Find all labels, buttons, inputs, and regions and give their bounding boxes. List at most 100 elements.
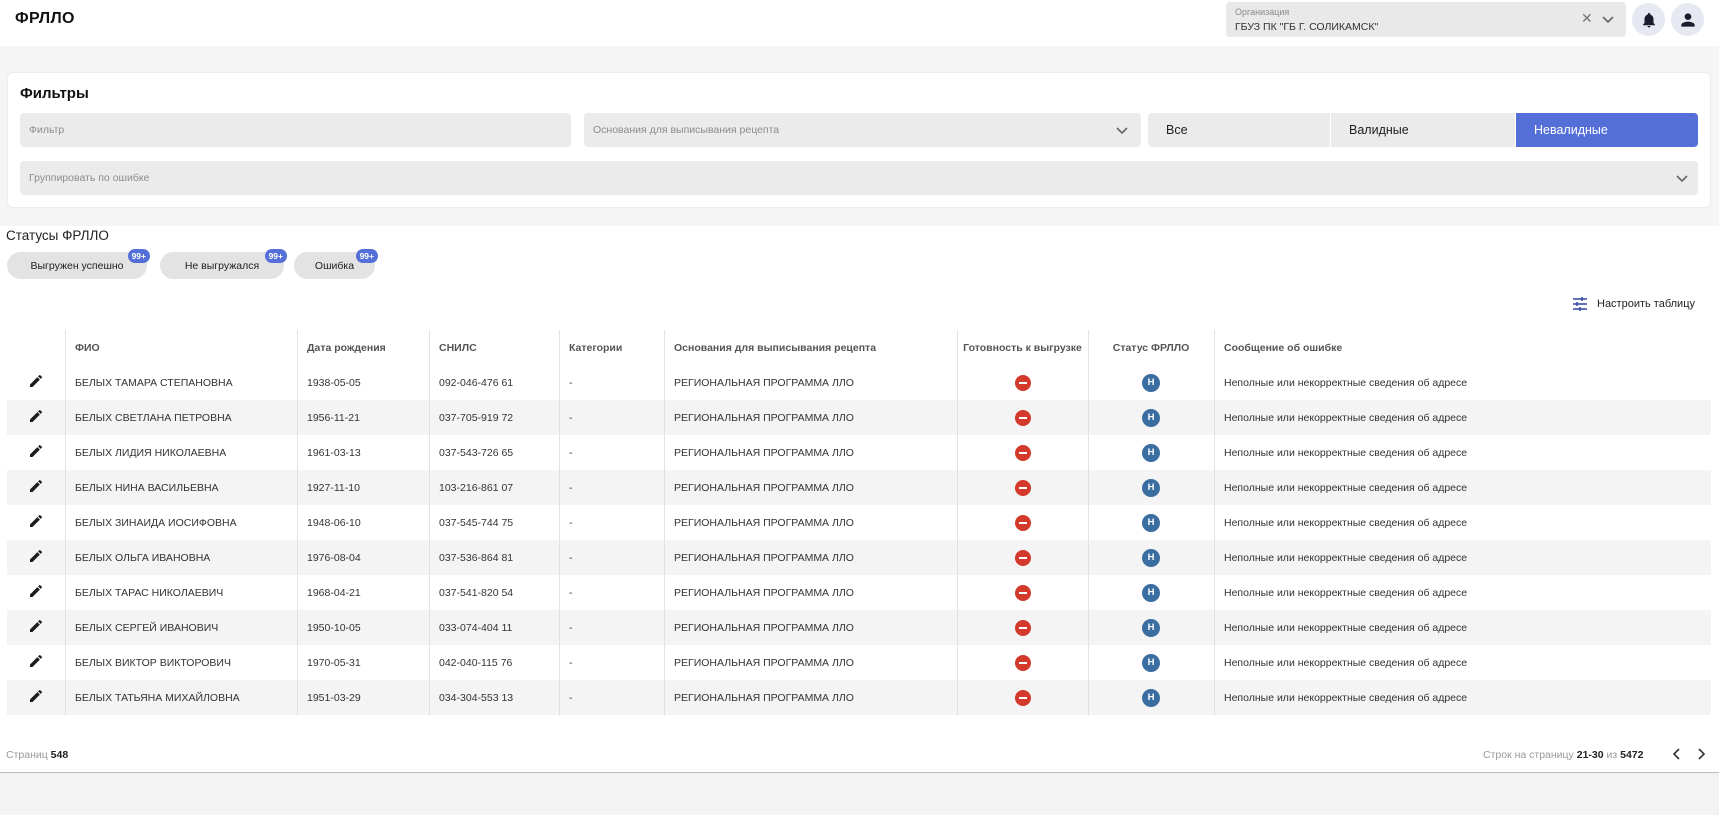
column-divider [297, 330, 298, 716]
cell-categories: - [569, 621, 573, 634]
column-reason[interactable]: Основания для выписывания рецепта [664, 330, 957, 365]
cell-error-message: Неполные или некорректные сведения об ад… [1224, 516, 1468, 529]
cell-snils: 034-304-553 13 [439, 691, 514, 704]
edit-icon[interactable] [28, 618, 44, 637]
status-chip-not-uploaded[interactable]: Не выгружался 99+ [160, 249, 287, 279]
table-row[interactable]: БЕЛЫХ ТАРАС НИКОЛАЕВИЧ 1968-04-21 037-541-… [7, 575, 1711, 610]
table-row[interactable]: БЕЛЫХ СВЕТЛАНА ПЕТРОВНА 1956-11-21 037-705… [7, 400, 1711, 435]
status-badge: Н [1142, 513, 1160, 532]
column-fio[interactable]: ФИО [65, 330, 297, 365]
profile-button[interactable] [1671, 3, 1704, 36]
table-row[interactable]: БЕЛЫХ ТАМАРА СТЕПАНОВНА 1938-05-05 092-046… [7, 365, 1711, 400]
chevron-left-icon[interactable] [1670, 747, 1684, 761]
edit-icon[interactable] [28, 373, 44, 392]
cell-birth-date: 1927-11-10 [307, 481, 360, 494]
sliders-icon [1573, 297, 1587, 311]
reason-placeholder: Основания для выписывания рецепта [593, 124, 780, 136]
chip-label: Выгружен успешно [30, 259, 124, 272]
cell-categories: - [569, 586, 573, 599]
status-badge: Н [1142, 618, 1160, 637]
organization-value: ГБУЗ ПК "ГБ Г. СОЛИКАМСК" [1235, 21, 1379, 33]
chevron-down-icon[interactable] [1674, 170, 1690, 186]
pages-info: Страниц 548 [6, 749, 68, 761]
table-row[interactable]: БЕЛЫХ ЗИНАИДА ИОСИФОВНА 1948-06-10 037-545… [7, 505, 1711, 540]
table-row[interactable]: БЕЛЫХ СЕРГЕЙ ИВАНОВИЧ 1950-10-05 033-074-4… [7, 610, 1711, 645]
cell-birth-date: 1961-03-13 [307, 446, 361, 459]
cell-categories: - [569, 376, 573, 389]
table-row[interactable]: БЕЛЫХ ЛИДИЯ НИКОЛАЕВНА 1961-03-13 037-543-… [7, 435, 1711, 470]
top-bar: ФРЛЛО Организация ГБУЗ ПК "ГБ Г. СОЛИКАМ… [0, 0, 1719, 46]
cell-snils: 037-541-820 54 [439, 586, 514, 599]
status-chip-error[interactable]: Ошибка 99+ [294, 249, 378, 279]
segment-valid[interactable]: Валидные [1331, 113, 1515, 147]
clear-icon[interactable]: ✕ [1581, 10, 1593, 27]
chevron-down-icon[interactable] [1114, 122, 1130, 138]
group-by-error-select[interactable]: Группировать по ошибке [20, 161, 1698, 195]
edit-icon[interactable] [28, 653, 44, 672]
column-ready[interactable]: Готовность к выгрузке [957, 330, 1088, 365]
column-snils[interactable]: СНИЛС [429, 330, 559, 365]
cell-birth-date: 1968-04-21 [307, 586, 361, 599]
statuses-title: Статусы ФРЛЛО [6, 228, 109, 243]
column-divider [559, 330, 560, 716]
table-row[interactable]: БЕЛЫХ ОЛЬГА ИВАНОВНА 1976-08-04 037-536-86… [7, 540, 1711, 575]
edit-icon[interactable] [28, 443, 44, 462]
cell-fio: БЕЛЫХ СЕРГЕЙ ИВАНОВИЧ [75, 621, 219, 634]
notifications-button[interactable] [1632, 3, 1665, 36]
edit-icon[interactable] [28, 408, 44, 427]
segment-invalid[interactable]: Невалидные [1516, 113, 1698, 147]
filter-input[interactable] [20, 113, 571, 147]
not-ready-icon [1014, 619, 1031, 636]
column-birth-date[interactable]: Дата рождения [297, 330, 429, 365]
chevron-down-icon[interactable] [1600, 11, 1616, 27]
cell-fio: БЕЛЫХ ВИКТОР ВИКТОРОВИЧ [75, 656, 231, 669]
reason-select[interactable]: Основания для выписывания рецепта [584, 113, 1141, 147]
filter-field[interactable] [20, 113, 571, 147]
organization-select[interactable]: Организация ГБУЗ ПК "ГБ Г. СОЛИКАМСК" ✕ [1226, 2, 1626, 37]
column-status[interactable]: Статус ФРЛЛО [1088, 330, 1214, 365]
status-chip-success[interactable]: Выгружен успешно 99+ [7, 249, 150, 279]
cell-reason: РЕГИОНАЛЬНАЯ ПРОГРАММА ЛЛО [674, 656, 854, 669]
cell-reason: РЕГИОНАЛЬНАЯ ПРОГРАММА ЛЛО [674, 691, 854, 704]
cell-fio: БЕЛЫХ ЛИДИЯ НИКОЛАЕВНА [75, 446, 227, 459]
table-row[interactable]: БЕЛЫХ НИНА ВАСИЛЬЕВНА 1927-11-10 103-216-8… [7, 470, 1711, 505]
rows-per-page-label: Строк на страницу [1483, 749, 1574, 761]
not-ready-icon [1014, 479, 1031, 496]
filters-panel: Фильтры Основания для выписывания рецепт… [7, 72, 1711, 208]
table-body: БЕЛЫХ ТАМАРА СТЕПАНОВНА 1938-05-05 092-046… [7, 365, 1711, 715]
configure-table-button[interactable]: Настроить таблицу [1572, 296, 1695, 312]
column-divider [664, 330, 665, 716]
edit-icon[interactable] [28, 513, 44, 532]
cell-snils: 037-705-919 72 [439, 411, 514, 424]
edit-icon[interactable] [28, 583, 44, 602]
segment-all[interactable]: Все [1148, 113, 1330, 147]
column-categories[interactable]: Категории [559, 330, 664, 365]
cell-error-message: Неполные или некорректные сведения об ад… [1224, 376, 1468, 389]
cell-snils: 042-040-115 76 [439, 656, 513, 669]
table-row[interactable]: БЕЛЫХ ТАТЬЯНА МИХАЙЛОВНА 1951-03-29 034-30… [7, 680, 1711, 715]
cell-birth-date: 1970-05-31 [307, 656, 361, 669]
cell-reason: РЕГИОНАЛЬНАЯ ПРОГРАММА ЛЛО [674, 586, 854, 599]
cell-snils: 033-074-404 11 [439, 621, 513, 634]
column-divider [1088, 330, 1089, 716]
cell-birth-date: 1976-08-04 [307, 551, 361, 564]
cell-birth-date: 1950-10-05 [307, 621, 361, 634]
cell-error-message: Неполные или некорректные сведения об ад… [1224, 586, 1468, 599]
edit-icon[interactable] [28, 548, 44, 567]
column-error[interactable]: Сообщение об ошибке [1214, 330, 1711, 365]
edit-icon[interactable] [28, 688, 44, 707]
chevron-right-icon[interactable] [1694, 747, 1708, 761]
cell-reason: РЕГИОНАЛЬНАЯ ПРОГРАММА ЛЛО [674, 551, 854, 564]
cell-fio: БЕЛЫХ ОЛЬГА ИВАНОВНА [75, 551, 211, 564]
cell-snils: 037-545-744 75 [439, 516, 514, 529]
cell-error-message: Неполные или некорректные сведения об ад… [1224, 411, 1468, 424]
status-badge: Н [1142, 653, 1160, 672]
page-bottom [0, 773, 1719, 815]
table-row[interactable]: БЕЛЫХ ВИКТОР ВИКТОРОВИЧ 1970-05-31 042-040… [7, 645, 1711, 680]
cell-snils: 092-046-476 61 [439, 376, 514, 389]
chip-label: Ошибка [314, 259, 355, 272]
not-ready-icon [1014, 374, 1031, 391]
table-header: ФИО Дата рождения СНИЛС Категории Основа… [7, 330, 1711, 365]
app-title: ФРЛЛО [15, 10, 75, 27]
edit-icon[interactable] [28, 478, 44, 497]
